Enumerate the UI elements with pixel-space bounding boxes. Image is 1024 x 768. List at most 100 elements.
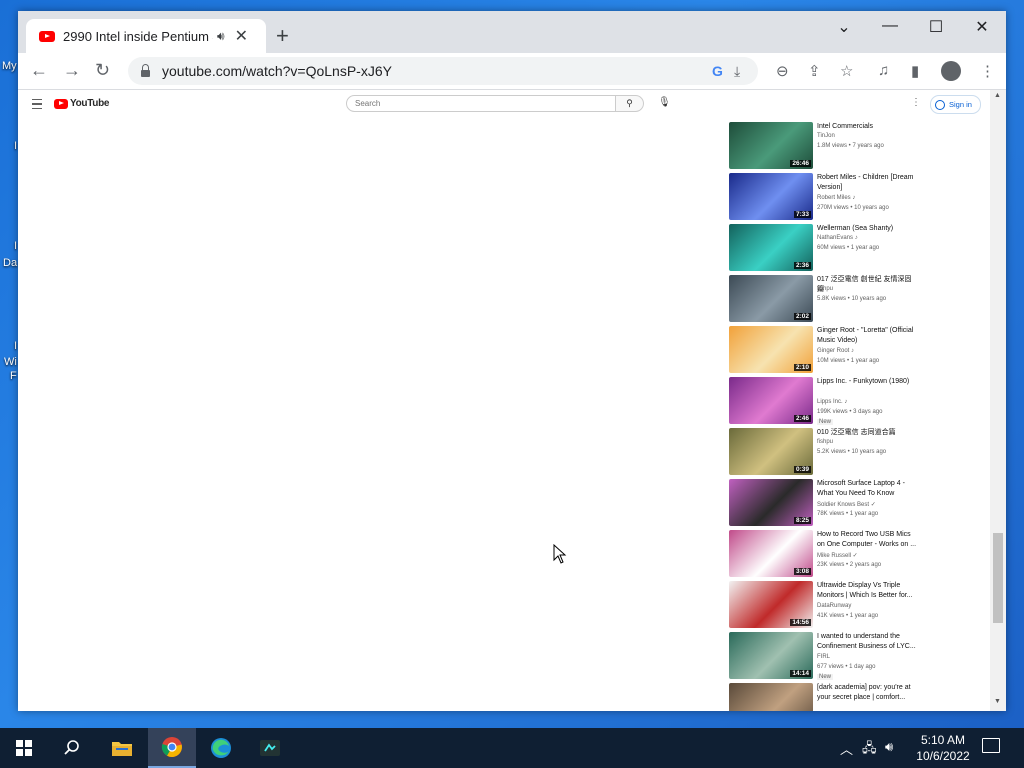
side-panel-icon[interactable]: ▮ bbox=[911, 62, 919, 80]
video-thumbnail[interactable]: 2:02 bbox=[729, 275, 813, 322]
new-tab-button[interactable]: + bbox=[276, 23, 289, 49]
video-channel[interactable]: Ginger Root ♪ bbox=[817, 348, 854, 354]
video-title[interactable]: Wellerman (Sea Shanty) bbox=[817, 224, 917, 234]
install-app-icon[interactable]: ⤓ bbox=[734, 63, 740, 80]
file-explorer-button[interactable] bbox=[98, 728, 146, 768]
url-text[interactable]: youtube.com/watch?v=QoLnsP-xJ6Y bbox=[162, 63, 392, 79]
video-thumbnail[interactable]: 2:46 bbox=[729, 377, 813, 424]
video-channel[interactable]: Mike Russell ✓ bbox=[817, 552, 858, 559]
app-taskbar-button[interactable] bbox=[246, 728, 294, 768]
related-video-item[interactable]: 2:02 017 泛亞電信 創世紀 友情深固篇 fishpu 5.8K views •… bbox=[729, 275, 929, 323]
video-channel[interactable]: NathanEvans ♪ bbox=[817, 235, 858, 241]
minimize-button[interactable]: — bbox=[870, 17, 910, 35]
chrome-taskbar-button[interactable] bbox=[148, 728, 196, 768]
video-thumbnail[interactable]: 2:36 bbox=[729, 224, 813, 271]
tab-search-button[interactable]: ⌄ bbox=[824, 17, 864, 37]
related-video-item[interactable]: 7:33 Robert Miles - Children [Dream Versi… bbox=[729, 173, 929, 221]
video-thumbnail[interactable] bbox=[729, 683, 813, 711]
tab-youtube[interactable]: 2990 Intel inside Pentium 4 🔊︎ ✕ bbox=[26, 19, 266, 53]
video-thumbnail[interactable]: 26:46 bbox=[729, 122, 813, 169]
edge-taskbar-button[interactable] bbox=[197, 728, 245, 768]
video-duration: 14:14 bbox=[790, 670, 811, 677]
bookmark-star-icon[interactable]: ☆ bbox=[840, 62, 853, 80]
video-title[interactable]: 010 泛亞電信 志同道合篇 bbox=[817, 428, 917, 438]
video-channel[interactable]: Robert Miles ♪ bbox=[817, 195, 855, 201]
scroll-down-icon[interactable]: ▼ bbox=[994, 698, 1001, 705]
related-video-item[interactable]: 3:08 How to Record Two USB Mics on One Co… bbox=[729, 530, 929, 578]
notification-center-icon[interactable] bbox=[982, 738, 1000, 753]
system-clock[interactable]: 5:10 AM 10/6/2022 bbox=[908, 732, 978, 764]
show-hidden-icons-icon[interactable]: ︿ bbox=[840, 739, 853, 758]
video-channel[interactable]: FIRL bbox=[817, 654, 830, 660]
video-channel[interactable]: fishpu bbox=[817, 286, 833, 292]
network-icon[interactable]: 🖧︎ bbox=[862, 739, 877, 761]
video-title[interactable]: Ultrawide Display Vs Triple Monitors | W… bbox=[817, 581, 917, 601]
close-window-button[interactable]: ✕ bbox=[962, 17, 1002, 37]
related-video-item[interactable]: 2:36 Wellerman (Sea Shanty) NathanEvans ♪ 6… bbox=[729, 224, 929, 272]
start-button[interactable] bbox=[0, 728, 48, 768]
video-thumbnail[interactable]: 14:14 bbox=[729, 632, 813, 679]
video-title[interactable]: [dark academia] pov: you're at your secr… bbox=[817, 683, 917, 703]
related-video-item[interactable]: 14:56 Ultrawide Display Vs Triple Monitor… bbox=[729, 581, 929, 629]
video-title[interactable]: Ginger Root - "Loretta" (Official Music … bbox=[817, 326, 917, 346]
profile-icon[interactable] bbox=[941, 61, 961, 81]
related-video-item[interactable]: 2:46 Lipps Inc. - Funkytown (1980) Lipps I… bbox=[729, 377, 929, 425]
lock-icon[interactable] bbox=[141, 64, 150, 77]
youtube-logo[interactable]: YouTube bbox=[54, 98, 110, 109]
video-channel[interactable]: fishpu bbox=[817, 439, 833, 445]
video-title[interactable]: Microsoft Surface Laptop 4 - What You Ne… bbox=[817, 479, 917, 499]
search-input[interactable] bbox=[346, 95, 616, 112]
video-channel[interactable]: Soldier Knows Best ✓ bbox=[817, 501, 876, 508]
desktop-label: I bbox=[14, 240, 18, 252]
zoom-out-icon[interactable]: ⊖ bbox=[776, 62, 789, 80]
forward-button[interactable]: → bbox=[63, 60, 81, 81]
search-button[interactable]: ⚲ bbox=[616, 95, 644, 112]
page-scrollbar[interactable]: ▲ ▼ bbox=[990, 90, 1006, 711]
media-control-icon[interactable]: ♫ bbox=[878, 62, 889, 79]
video-thumbnail[interactable]: 3:08 bbox=[729, 530, 813, 577]
video-channel[interactable]: Lipps Inc. ♪ bbox=[817, 399, 847, 405]
related-video-item[interactable]: [dark academia] pov: you're at your secr… bbox=[729, 683, 929, 711]
video-thumbnail[interactable]: 8:25 bbox=[729, 479, 813, 526]
video-meta: 41K views • 1 year ago bbox=[817, 613, 879, 619]
related-video-item[interactable]: 0:39 010 泛亞電信 志同道合篇 fishpu 5.2K views • 10 … bbox=[729, 428, 929, 476]
hamburger-menu-icon[interactable] bbox=[32, 99, 42, 109]
scroll-up-icon[interactable]: ▲ bbox=[994, 92, 1001, 99]
new-badge: New bbox=[817, 419, 834, 425]
video-channel[interactable]: DataRunway bbox=[817, 603, 851, 609]
video-title[interactable]: I wanted to understand the Confinement B… bbox=[817, 632, 917, 652]
related-video-item[interactable]: 8:25 Microsoft Surface Laptop 4 - What Yo… bbox=[729, 479, 929, 527]
google-lens-icon[interactable]: G bbox=[712, 63, 723, 79]
volume-icon[interactable]: 🔊︎ bbox=[885, 739, 893, 755]
taskbar-search-button[interactable] bbox=[48, 728, 96, 768]
microphone-icon[interactable]: 🎙︎ bbox=[658, 97, 671, 108]
video-meta: 199K views • 3 days ago bbox=[817, 409, 883, 415]
scroll-thumb[interactable] bbox=[993, 533, 1003, 623]
file-explorer-icon bbox=[112, 742, 132, 756]
video-thumbnail[interactable]: 7:33 bbox=[729, 173, 813, 220]
related-video-item[interactable]: 2:10 Ginger Root - "Loretta" (Official Mu… bbox=[729, 326, 929, 374]
video-meta: 78K views • 1 year ago bbox=[817, 511, 879, 517]
maximize-button[interactable]: ☐ bbox=[916, 17, 956, 37]
video-title[interactable]: How to Record Two USB Mics on One Comput… bbox=[817, 530, 917, 550]
back-button[interactable]: ← bbox=[30, 60, 48, 81]
video-title[interactable]: Lipps Inc. - Funkytown (1980) bbox=[817, 377, 917, 387]
more-options-icon[interactable]: ⋮ bbox=[911, 97, 921, 108]
video-thumbnail[interactable]: 14:56 bbox=[729, 581, 813, 628]
search-icon: ⚲ bbox=[626, 98, 633, 108]
video-title[interactable]: 017 泛亞電信 創世紀 友情深固篇 bbox=[817, 275, 917, 295]
video-thumbnail[interactable]: 0:39 bbox=[729, 428, 813, 475]
video-thumbnail[interactable]: 2:10 bbox=[729, 326, 813, 373]
video-title[interactable]: Robert Miles - Children [Dream Version] bbox=[817, 173, 917, 193]
address-bar[interactable]: youtube.com/watch?v=QoLnsP-xJ6Y G ⤓ bbox=[128, 57, 758, 85]
related-video-item[interactable]: 14:14 I wanted to understand the Confinem… bbox=[729, 632, 929, 680]
reload-button[interactable]: ↻ bbox=[95, 60, 110, 81]
sign-in-button[interactable]: Sign in bbox=[930, 95, 981, 114]
video-channel[interactable]: TinJon bbox=[817, 133, 835, 139]
speaker-icon[interactable]: 🔊︎ bbox=[217, 29, 225, 44]
related-video-item[interactable]: 26:46 Intel Commercials TinJon 1.8M views •… bbox=[729, 122, 929, 170]
menu-icon[interactable]: ⋮ bbox=[980, 62, 995, 80]
share-icon[interactable]: ⇪ bbox=[808, 62, 821, 80]
close-icon[interactable]: ✕ bbox=[235, 26, 248, 46]
video-title[interactable]: Intel Commercials bbox=[817, 122, 917, 132]
